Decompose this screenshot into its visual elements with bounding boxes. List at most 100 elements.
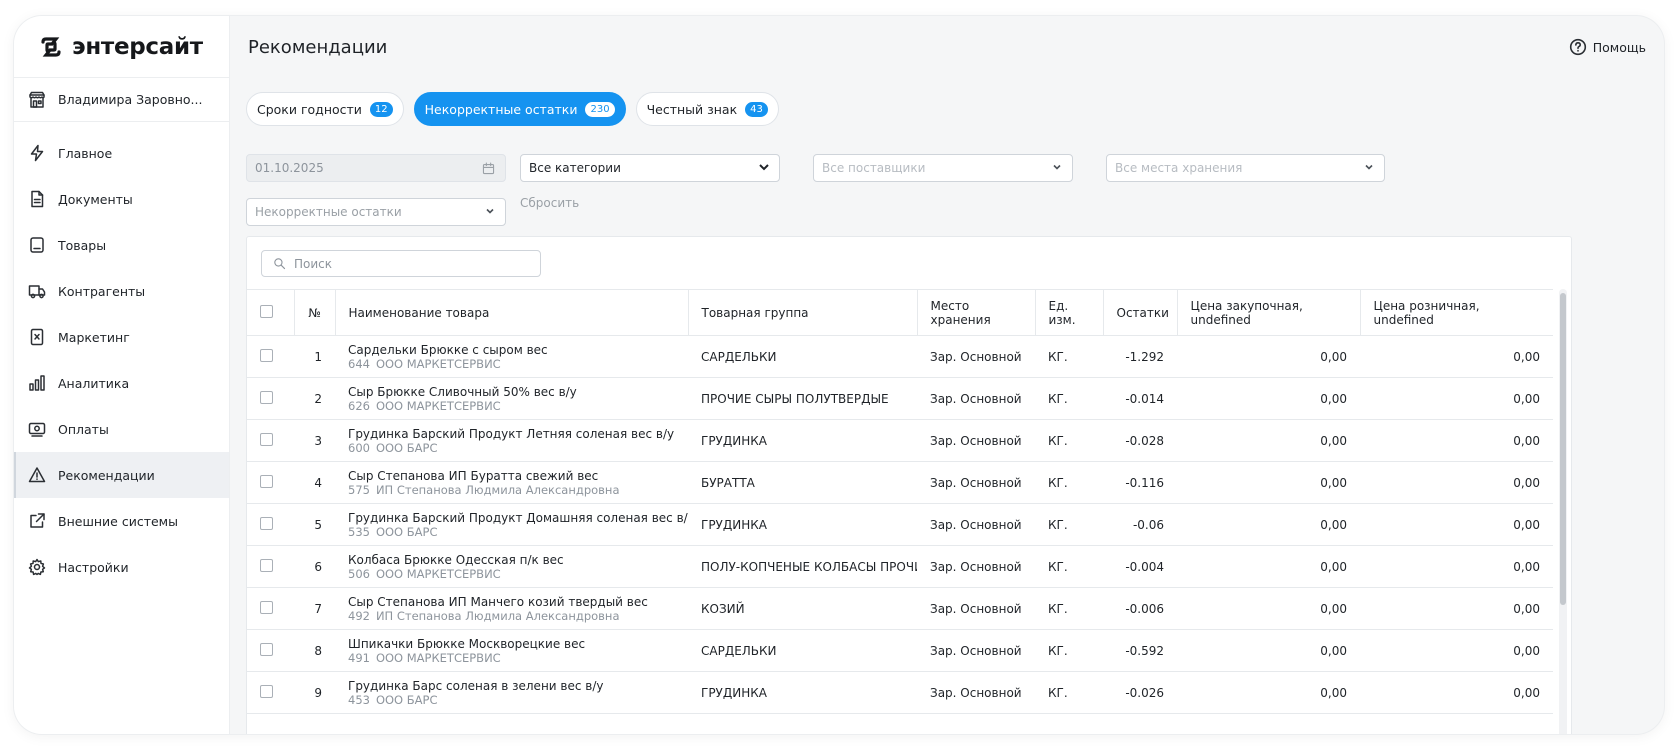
table-row[interactable]: 1 Сардельки Брюкке с сыром вес 644 ООО МАРК…: [247, 335, 1553, 378]
sidebar-item-products[interactable]: Товары: [14, 222, 229, 268]
row-checkbox[interactable]: [260, 516, 273, 530]
help-icon: [1569, 38, 1587, 56]
row-purchase-price: 0,00: [1177, 629, 1360, 672]
table-row[interactable]: 7 Сыр Степанова ИП Манчего козий твердый …: [247, 587, 1553, 630]
help-link[interactable]: Помощь: [1569, 38, 1646, 56]
sidebar-item-label: Внешние системы: [58, 513, 178, 529]
lightning-icon: [28, 144, 46, 162]
scrollbar-thumb[interactable]: [1560, 293, 1566, 605]
row-checkbox[interactable]: [260, 558, 273, 572]
reset-button[interactable]: Сбросить: [520, 196, 579, 210]
sidebar-item-analytics[interactable]: Аналитика: [14, 360, 229, 406]
sidebar-item-label: Аналитика: [58, 375, 130, 391]
table-row[interactable]: 4 Сыр Степанова ИП Буратта свежий вес 575 И…: [247, 461, 1553, 504]
product-code: 626: [348, 398, 370, 413]
column-header-name[interactable]: Наименование товара: [335, 289, 689, 336]
row-product-cell[interactable]: Грудинка Барс соленая в зелени вес в/у 45…: [335, 671, 688, 714]
column-header-number[interactable]: №: [294, 289, 336, 336]
storage-select[interactable]: Все места хранения: [1106, 154, 1385, 182]
column-header-group[interactable]: Товарная группа: [688, 289, 918, 336]
row-retail-price: 0,00: [1360, 335, 1553, 378]
column-header-retail-price[interactable]: Цена розничная, undefined: [1360, 289, 1553, 336]
table-row[interactable]: 2 Сыр Брюкке Сливочный 50% вес в/у 626 ООО …: [247, 377, 1553, 420]
product-code: 492: [348, 608, 370, 623]
row-product-cell[interactable]: Сардельки Брюкке с сыром вес 644 ООО МАРКЕ…: [335, 335, 688, 378]
sidebar-item-label: Оплаты: [58, 421, 109, 437]
sidebar-item-marketing[interactable]: Маркетинг: [14, 314, 229, 360]
sidebar-item-contractors[interactable]: Контрагенты: [14, 268, 229, 314]
row-number: 2: [294, 377, 335, 420]
product-meta: 575 ИП Степанова Людмила Александровна: [348, 483, 675, 497]
recommendation-type-select[interactable]: Некорректные остатки: [246, 198, 506, 226]
table-row[interactable]: 5 Грудинка Барский Продукт Домашняя солен…: [247, 503, 1553, 546]
type-placeholder: Некорректные остатки: [255, 205, 402, 219]
product-name: Грудинка Барский Продукт Летняя соленая …: [348, 426, 675, 441]
tab-incorrect-stock[interactable]: Некорректные остатки 230: [413, 92, 626, 126]
sidebar-item-payments[interactable]: Оплаты: [14, 406, 229, 452]
product-code: 600: [348, 440, 370, 455]
row-product-cell[interactable]: Сыр Степанова ИП Манчего козий твердый в…: [335, 587, 688, 630]
row-product-cell[interactable]: Сыр Степанова ИП Буратта свежий вес 575 ИП…: [335, 461, 688, 504]
row-storage: Зар. Основной: [917, 587, 1035, 630]
sidebar-item-label: Контрагенты: [58, 283, 146, 299]
row-group: ПРОЧИЕ СЫРЫ ПОЛУТВЕРДЫЕ: [688, 377, 917, 420]
tab-honest-sign[interactable]: Честный знак 43: [635, 92, 779, 126]
product-name: Сардельки Брюкке с сыром вес: [348, 342, 548, 357]
row-stock: -0.026: [1103, 671, 1177, 714]
table-row[interactable]: 8 Шпикачки Брюкке Москворецкие вес 491 ООО …: [247, 629, 1553, 672]
row-checkbox[interactable]: [260, 390, 273, 404]
chevron-down-icon: [1050, 160, 1064, 177]
row-product-cell[interactable]: Грудинка Барский Продукт Домашняя солена…: [335, 503, 688, 546]
sidebar-item-external-systems[interactable]: Внешние системы: [14, 498, 229, 544]
column-header-stock[interactable]: Остатки: [1103, 289, 1178, 336]
row-retail-price: 0,00: [1360, 587, 1553, 630]
row-retail-price: 0,00: [1360, 629, 1553, 672]
sidebar-item-recommendations[interactable]: Рекомендации: [14, 452, 229, 498]
product-code: 506: [348, 566, 370, 581]
table-row[interactable]: 6 Колбаса Брюкке Одесская п/к вес 506 ООО М…: [247, 545, 1553, 588]
column-header-unit[interactable]: Ед. изм.: [1035, 289, 1104, 336]
store-selector[interactable]: Владимира Заровно...: [14, 78, 229, 122]
row-checkbox[interactable]: [260, 600, 273, 614]
column-header-purchase-price[interactable]: Цена закупочная, undefined: [1177, 289, 1361, 336]
row-product-cell[interactable]: Сыр Брюкке Сливочный 50% вес в/у 626 ООО М…: [335, 377, 688, 420]
row-stock: -1.292: [1103, 335, 1177, 378]
search-input[interactable]: Поиск: [261, 250, 541, 277]
product-supplier: ООО БАРС: [375, 692, 438, 707]
column-header-storage[interactable]: Место хранения: [917, 289, 1036, 336]
table-row[interactable]: 3 Грудинка Барский Продукт Летняя соленая…: [247, 419, 1553, 462]
row-checkbox[interactable]: [260, 474, 273, 488]
row-checkbox[interactable]: [260, 642, 273, 656]
row-group: КОЗИЙ: [688, 587, 917, 630]
row-retail-price: 0,00: [1360, 671, 1553, 714]
document-icon: [28, 190, 46, 208]
table-scrollbar[interactable]: [1559, 289, 1567, 734]
app-window: энтерсайт Владимира Заровно... Главное Д…: [14, 16, 1664, 734]
row-retail-price: 0,00: [1360, 503, 1553, 546]
chevron-down-icon: [757, 160, 771, 177]
logo[interactable]: энтерсайт: [14, 16, 229, 78]
row-product-cell[interactable]: Грудинка Барский Продукт Летняя соленая …: [335, 419, 688, 462]
row-storage: Зар. Основной: [917, 419, 1035, 462]
select-all-cell: [247, 289, 295, 336]
date-field[interactable]: 01.10.2025: [246, 154, 506, 182]
select-all-checkbox[interactable]: [260, 304, 273, 318]
row-group: БУРАТТА: [688, 461, 917, 504]
sidebar-item-documents[interactable]: Документы: [14, 176, 229, 222]
sidebar-item-main[interactable]: Главное: [14, 130, 229, 176]
row-checkbox[interactable]: [260, 684, 273, 698]
table-row[interactable]: 9 Грудинка Барс соленая в зелени вес в/у 4…: [247, 671, 1553, 714]
row-product-cell[interactable]: Шпикачки Брюкке Москворецкие вес 491 ООО М…: [335, 629, 688, 672]
row-checkbox[interactable]: [260, 348, 273, 362]
row-checkbox[interactable]: [260, 432, 273, 446]
category-select[interactable]: Все категории: [520, 154, 780, 182]
filters-panel: 01.10.2025 Все категории Все поставщики …: [230, 126, 1664, 236]
tab-expiry[interactable]: Сроки годности 12: [246, 92, 404, 126]
row-select-cell: [247, 503, 294, 546]
row-unit: КГ.: [1035, 503, 1103, 546]
sidebar-item-settings[interactable]: Настройки: [14, 544, 229, 590]
row-product-cell[interactable]: Колбаса Брюкке Одесская п/к вес 506 ООО МА…: [335, 545, 688, 588]
supplier-select[interactable]: Все поставщики: [813, 154, 1073, 182]
products-table: № Наименование товара Товарная группа Ме…: [247, 289, 1553, 714]
product-name: Сыр Степанова ИП Буратта свежий вес: [348, 468, 599, 483]
